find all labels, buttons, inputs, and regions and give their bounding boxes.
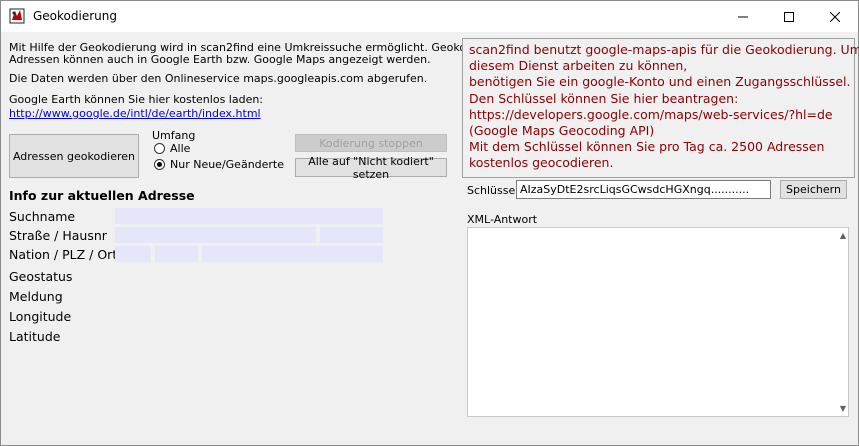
- description-line-2: Adressen können auch in Google Earth bzw…: [9, 53, 431, 66]
- google-earth-link[interactable]: http://www.google.de/intl/de/earth/index…: [9, 107, 261, 120]
- minimize-button[interactable]: [720, 1, 766, 32]
- notice-line: Mit dem Schlüssel können Sie pro Tag ca.…: [469, 139, 825, 155]
- scope-label: Umfang: [152, 129, 196, 142]
- radio-all[interactable]: [154, 143, 165, 154]
- xml-response-label: XML-Antwort: [467, 213, 538, 226]
- radio-new-changed[interactable]: [154, 159, 165, 170]
- api-key-input[interactable]: AIzaSyDtE2srcLiqsGCwsdcHGXngq...........: [516, 180, 771, 199]
- street-label: Straße / Hausnr: [9, 228, 107, 243]
- nation-label: Nation / PLZ / Ort: [9, 247, 118, 262]
- radio-selected-dot: [157, 162, 162, 167]
- app-icon: [9, 8, 25, 24]
- minimize-icon: [738, 16, 748, 17]
- notice-line: (Google Maps Geocoding API): [469, 123, 655, 139]
- stop-geocoding-button[interactable]: Kodierung stoppen: [295, 134, 447, 152]
- house-number-field: [320, 227, 383, 243]
- notice-line: scan2find benutzt google-maps-apis für d…: [469, 42, 859, 57]
- maximize-icon: [784, 11, 794, 22]
- street-field: [115, 227, 316, 243]
- scroll-down-icon[interactable]: ▼: [840, 404, 846, 413]
- message-label: Meldung: [9, 289, 63, 304]
- latitude-label: Latitude: [9, 329, 61, 344]
- geostatus-label: Geostatus: [9, 269, 73, 284]
- city-field: [202, 246, 383, 262]
- maximize-button[interactable]: [766, 1, 812, 32]
- notice-line: Den Schlüssel können Sie hier beantragen…: [469, 90, 739, 106]
- radio-new-changed-label[interactable]: Nur Neue/Geänderte: [170, 158, 284, 171]
- xml-response-textarea[interactable]: ▲ ▼: [467, 227, 849, 417]
- close-button[interactable]: [812, 1, 858, 32]
- window-title: Geokodierung: [33, 9, 117, 23]
- notice-line: diesem Dienst arbeiten zu können,: [469, 58, 688, 74]
- save-key-button[interactable]: Speichern: [780, 180, 847, 199]
- description-line-4: Google Earth können Sie hier kostenlos l…: [9, 93, 264, 106]
- notice-line: kostenlos geocodieren.: [469, 155, 614, 171]
- reset-status-button[interactable]: Alle auf "Nicht kodiert" setzen: [295, 155, 447, 181]
- name-field: [115, 208, 383, 224]
- description-line-3: Die Daten werden über den Onlineservice …: [9, 72, 428, 85]
- scroll-up-icon[interactable]: ▲: [840, 231, 846, 240]
- zip-field: [155, 246, 198, 262]
- key-label: Schlüssel:: [467, 184, 523, 197]
- info-heading: Info zur aktuellen Adresse: [9, 188, 195, 203]
- geocode-button[interactable]: Adressen geokodieren: [9, 134, 139, 178]
- radio-all-label[interactable]: Alle: [170, 142, 190, 155]
- nation-field: [115, 246, 151, 262]
- window-content: Mit Hilfe der Geokodierung wird in scan2…: [1, 32, 859, 445]
- api-notice-box: scan2find benutzt google-maps-apis für d…: [462, 38, 859, 178]
- longitude-label: Longitude: [9, 309, 72, 324]
- title-bar[interactable]: Geokodierung: [1, 1, 858, 32]
- name-label: Suchname: [9, 209, 76, 224]
- notice-line: benötigen Sie ein google-Konto und einen…: [469, 74, 851, 90]
- close-icon: [830, 11, 840, 22]
- geocoding-window: Geokodierung Mit Hilfe der Geokodierung …: [0, 0, 859, 446]
- notice-line: https://developers.google.com/maps/web-s…: [469, 106, 833, 122]
